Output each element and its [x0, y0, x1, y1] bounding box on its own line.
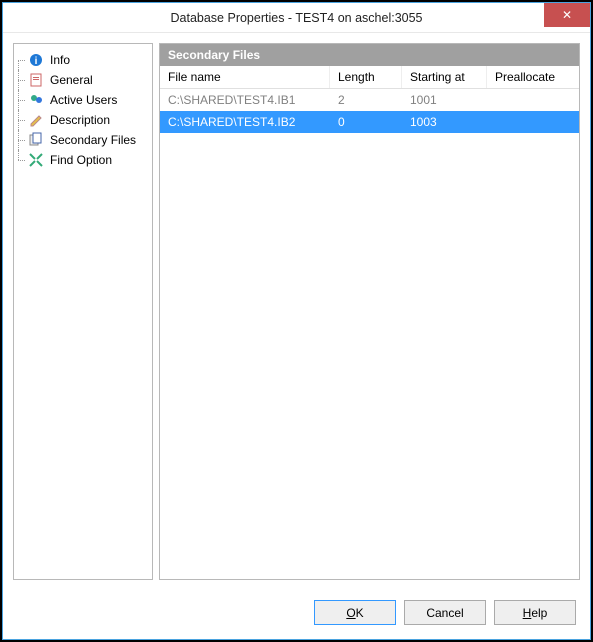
- nav-item-secondary-files[interactable]: Secondary Files: [18, 130, 148, 150]
- cell-preallocate: [487, 96, 579, 104]
- nav-item-description[interactable]: Description: [18, 110, 148, 130]
- nav-panel: i Info General Active Users: [13, 43, 153, 580]
- col-length[interactable]: Length: [330, 66, 402, 88]
- close-icon: ✕: [562, 9, 572, 21]
- nav-item-info[interactable]: i Info: [18, 50, 148, 70]
- nav-item-label: General: [50, 73, 93, 87]
- cell-file-name: C:\SHARED\TEST4.IB2: [160, 111, 330, 133]
- cancel-button[interactable]: Cancel: [404, 600, 486, 625]
- col-file-name[interactable]: File name: [160, 66, 330, 88]
- close-button[interactable]: ✕: [544, 3, 590, 27]
- col-starting-at[interactable]: Starting at: [402, 66, 487, 88]
- ok-button[interactable]: OK: [314, 600, 396, 625]
- cell-file-name: C:\SHARED\TEST4.IB1: [160, 89, 330, 111]
- content-area: i Info General Active Users: [3, 33, 590, 590]
- users-icon: [28, 92, 44, 108]
- files-table: File name Length Starting at Preallocate…: [160, 66, 579, 579]
- svg-text:i: i: [35, 56, 38, 67]
- nav-item-general[interactable]: General: [18, 70, 148, 90]
- nav-item-label: Active Users: [50, 93, 117, 107]
- nav-item-label: Info: [50, 53, 70, 67]
- cell-preallocate: [487, 118, 579, 126]
- window-title: Database Properties - TEST4 on aschel:30…: [3, 11, 544, 25]
- nav-item-find-option[interactable]: Find Option: [18, 150, 148, 170]
- table-row[interactable]: C:\SHARED\TEST4.IB1 2 1001: [160, 89, 579, 111]
- cell-length: 0: [330, 111, 402, 133]
- col-preallocate[interactable]: Preallocate: [487, 66, 579, 88]
- table-header: File name Length Starting at Preallocate: [160, 66, 579, 89]
- nav-item-label: Secondary Files: [50, 133, 136, 147]
- document-icon: [28, 72, 44, 88]
- cell-starting-at: 1003: [402, 111, 487, 133]
- nav-item-active-users[interactable]: Active Users: [18, 90, 148, 110]
- nav-item-label: Description: [50, 113, 110, 127]
- cell-length: 2: [330, 89, 402, 111]
- files-icon: [28, 132, 44, 148]
- pencil-icon: [28, 112, 44, 128]
- nav-item-label: Find Option: [50, 153, 112, 167]
- dialog-window: Database Properties - TEST4 on aschel:30…: [2, 2, 591, 640]
- info-icon: i: [28, 52, 44, 68]
- main-panel: Secondary Files File name Length Startin…: [159, 43, 580, 580]
- help-button[interactable]: Help: [494, 600, 576, 625]
- table-row[interactable]: C:\SHARED\TEST4.IB2 0 1003: [160, 111, 579, 133]
- button-bar: OK Cancel Help: [3, 590, 590, 639]
- cell-starting-at: 1001: [402, 89, 487, 111]
- titlebar: Database Properties - TEST4 on aschel:30…: [3, 3, 590, 33]
- find-icon: [28, 152, 44, 168]
- panel-title: Secondary Files: [160, 44, 579, 66]
